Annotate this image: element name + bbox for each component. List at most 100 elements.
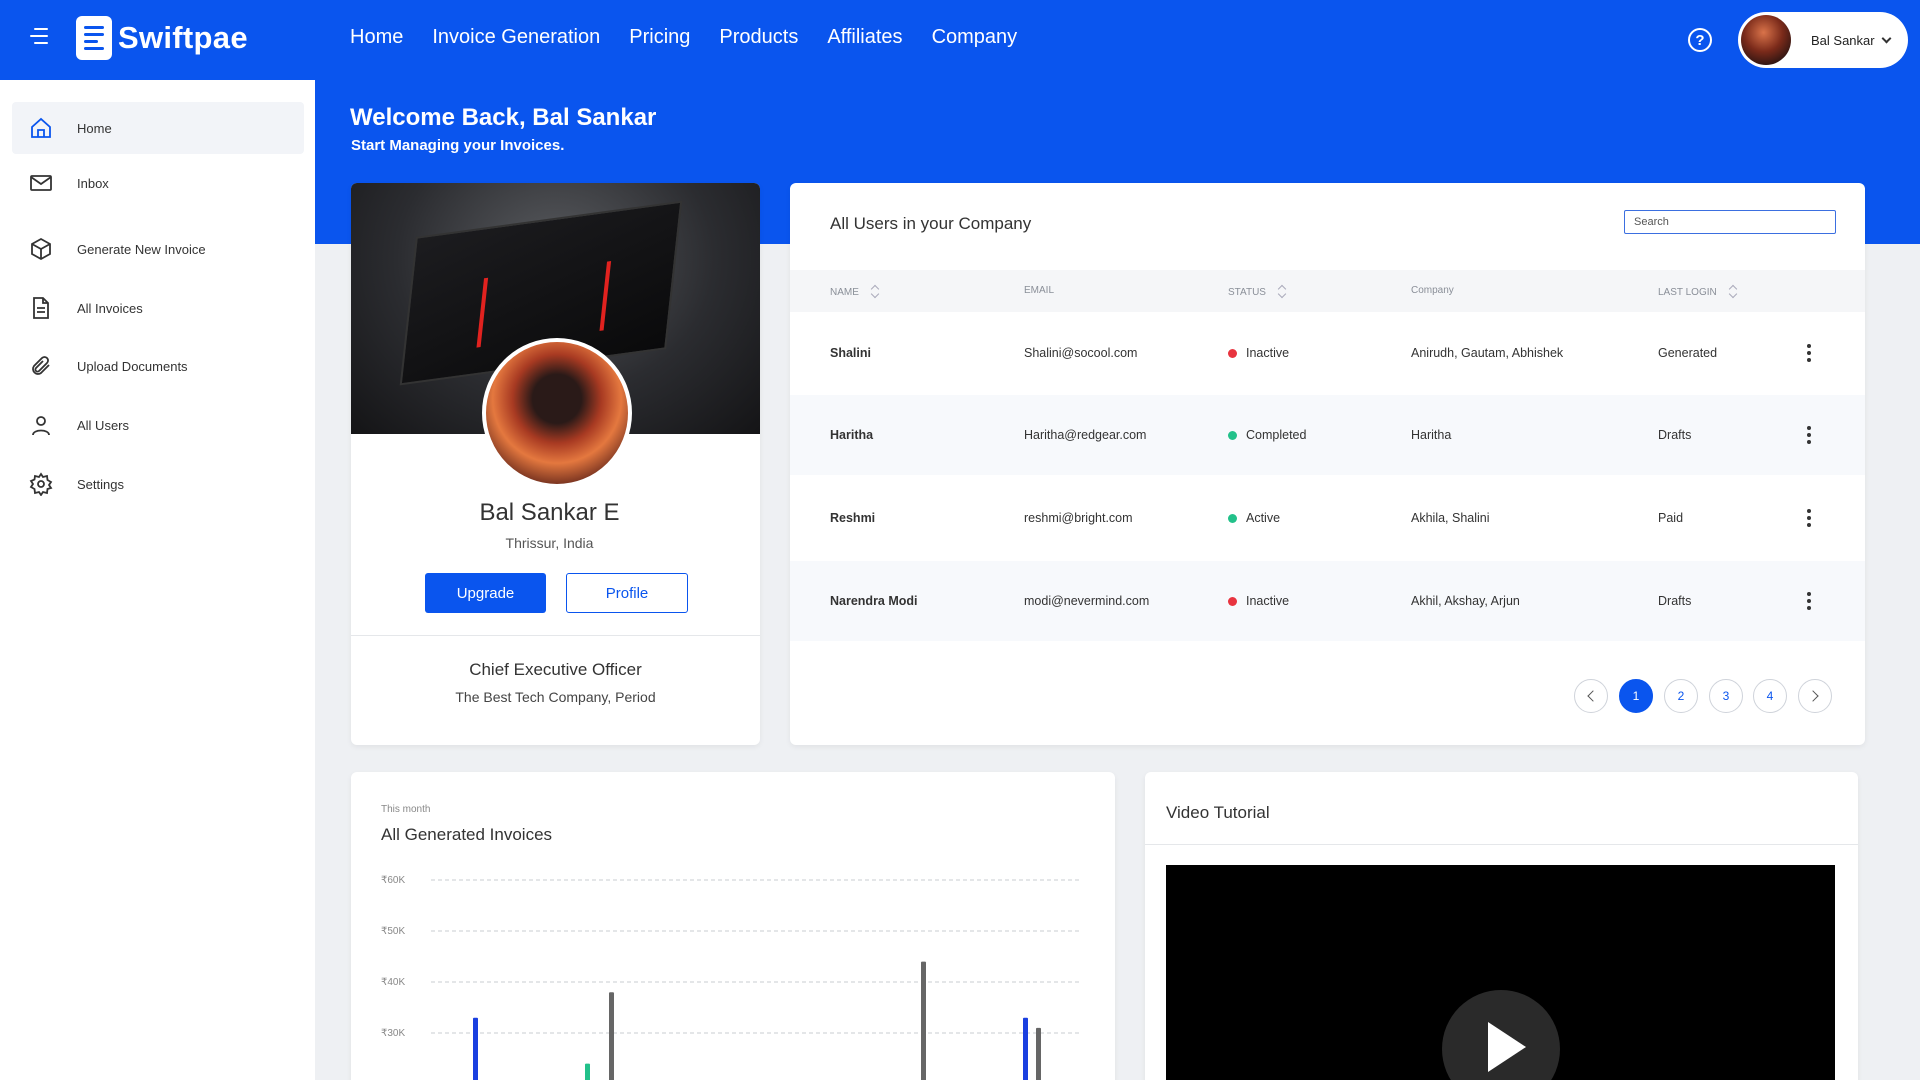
sidebar-item-settings[interactable]: Settings bbox=[12, 458, 304, 510]
y-tick-label: ₹50K bbox=[381, 926, 405, 937]
top-navbar: Swiftpae Home Invoice Generation Pricing… bbox=[0, 0, 1920, 80]
sidebar-item-all-users[interactable]: All Users bbox=[12, 399, 304, 451]
user-icon bbox=[28, 412, 54, 438]
brand-name: Swiftpae bbox=[118, 20, 248, 55]
page-title: Welcome Back, Bal Sankar bbox=[350, 104, 657, 131]
users-table-card: All Users in your Company NAME EMAIL STA… bbox=[790, 183, 1865, 745]
more-options-icon[interactable] bbox=[1807, 592, 1811, 610]
pagination-next-button[interactable] bbox=[1798, 679, 1832, 713]
sidebar-item-label: All Users bbox=[77, 417, 130, 433]
paperclip-icon bbox=[28, 353, 54, 379]
y-tick-label: ₹40K bbox=[381, 977, 405, 988]
package-icon bbox=[28, 236, 54, 262]
user-email-cell: modi@nevermind.com bbox=[1024, 594, 1150, 608]
user-name-cell: Reshmi bbox=[830, 511, 876, 525]
column-header-status[interactable]: STATUS bbox=[1228, 285, 1286, 299]
video-player[interactable] bbox=[1166, 865, 1835, 1080]
nav-pricing[interactable]: Pricing bbox=[629, 26, 690, 49]
profile-location: Thrissur, India bbox=[505, 535, 594, 551]
status-badge: Inactive bbox=[1228, 561, 1289, 641]
user-company-cell: Haritha bbox=[1411, 428, 1452, 442]
document-icon bbox=[28, 295, 54, 321]
profile-button[interactable]: Profile bbox=[566, 573, 688, 613]
nav-affiliates[interactable]: Affiliates bbox=[827, 26, 902, 49]
more-options-icon[interactable] bbox=[1807, 426, 1811, 444]
table-row[interactable]: Haritha Haritha@redgear.com Completed Ha… bbox=[790, 395, 1865, 475]
pagination-page-1[interactable]: 1 bbox=[1619, 679, 1653, 713]
sort-icon bbox=[1278, 285, 1286, 299]
sidebar-item-label: All Invoices bbox=[77, 300, 143, 316]
sidebar-item-all-invoices[interactable]: All Invoices bbox=[12, 282, 304, 334]
user-last-login-cell: Drafts bbox=[1658, 428, 1692, 442]
user-email-cell: Shalini@socool.com bbox=[1024, 346, 1138, 360]
user-menu[interactable]: Bal Sankar bbox=[1738, 12, 1908, 68]
nav-invoice-generation[interactable]: Invoice Generation bbox=[432, 26, 600, 49]
sidebar-item-inbox[interactable]: Inbox bbox=[12, 157, 304, 209]
menu-icon[interactable] bbox=[26, 28, 48, 48]
nav-products[interactable]: Products bbox=[719, 26, 798, 49]
help-icon[interactable]: ? bbox=[1688, 28, 1712, 52]
table-header: NAME EMAIL STATUS Company LAST LOGIN bbox=[790, 270, 1865, 312]
table-row[interactable]: Narendra Modi modi@nevermind.com Inactiv… bbox=[790, 561, 1865, 641]
user-name-cell: Haritha bbox=[830, 428, 874, 442]
profile-name: Bal Sankar E bbox=[479, 499, 620, 526]
pagination-prev-button[interactable] bbox=[1574, 679, 1608, 713]
search-input[interactable] bbox=[1624, 210, 1836, 234]
user-last-login-cell: Drafts bbox=[1658, 594, 1692, 608]
sort-icon bbox=[871, 285, 879, 299]
video-tutorial-card: Video Tutorial bbox=[1145, 772, 1858, 1080]
status-dot bbox=[1228, 596, 1237, 606]
pagination-page-2[interactable]: 2 bbox=[1664, 679, 1698, 713]
sidebar-item-generate-invoice[interactable]: Generate New Invoice bbox=[12, 223, 304, 275]
upgrade-button[interactable]: Upgrade bbox=[425, 573, 546, 613]
user-company-cell: Akhil, Akshay, Arjun bbox=[1411, 594, 1520, 608]
more-options-icon[interactable] bbox=[1807, 509, 1811, 527]
pagination-page-3[interactable]: 3 bbox=[1709, 679, 1743, 713]
user-last-login-cell: Generated bbox=[1658, 346, 1718, 360]
mail-icon bbox=[28, 170, 54, 196]
sidebar-item-label: Home bbox=[77, 120, 112, 136]
status-badge: Inactive bbox=[1228, 313, 1289, 393]
user-email-cell: reshmi@bright.com bbox=[1024, 511, 1133, 525]
brand-logo[interactable]: Swiftpae bbox=[76, 16, 248, 60]
user-name: Bal Sankar bbox=[1811, 32, 1875, 48]
y-tick-label: ₹60K bbox=[381, 875, 405, 886]
page-subtitle: Start Managing your Invoices. bbox=[351, 137, 565, 154]
column-header-name[interactable]: NAME bbox=[830, 285, 879, 299]
divider bbox=[351, 635, 760, 636]
status-dot bbox=[1228, 348, 1237, 358]
user-email-cell: Haritha@redgear.com bbox=[1024, 428, 1147, 442]
table-row[interactable]: Reshmi reshmi@bright.com Active Akhila, … bbox=[790, 478, 1865, 558]
chart-bar bbox=[1023, 1017, 1028, 1080]
status-badge: Completed bbox=[1228, 395, 1306, 475]
sidebar-item-home[interactable]: Home bbox=[12, 102, 304, 154]
invoices-bar-chart: ₹60K ₹50K ₹40K ₹30K bbox=[381, 875, 1081, 1080]
users-table-title: All Users in your Company bbox=[830, 214, 1032, 233]
chart-bar bbox=[473, 1017, 478, 1080]
chart-bar bbox=[1036, 1027, 1041, 1080]
column-header-email: EMAIL bbox=[1024, 285, 1055, 296]
nav-home[interactable]: Home bbox=[350, 26, 403, 49]
divider bbox=[1145, 844, 1858, 845]
user-name-cell: Narendra Modi bbox=[830, 594, 918, 608]
column-header-company: Company bbox=[1411, 285, 1454, 296]
pagination-page-4[interactable]: 4 bbox=[1753, 679, 1787, 713]
avatar bbox=[1741, 15, 1791, 65]
chevron-left-icon bbox=[1587, 690, 1599, 702]
profile-card: Bal Sankar E Thrissur, India Upgrade Pro… bbox=[351, 183, 760, 745]
play-icon[interactable] bbox=[1442, 990, 1560, 1080]
table-row[interactable]: Shalini Shalini@socool.com Inactive Anir… bbox=[790, 313, 1865, 393]
nav-company[interactable]: Company bbox=[932, 26, 1018, 49]
sidebar-item-label: Inbox bbox=[77, 175, 109, 191]
user-company-cell: Anirudh, Gautam, Abhishek bbox=[1411, 346, 1564, 360]
sidebar-item-upload-documents[interactable]: Upload Documents bbox=[12, 340, 304, 392]
chart-bar bbox=[585, 1063, 590, 1080]
profile-role: Chief Executive Officer bbox=[469, 660, 642, 679]
more-options-icon[interactable] bbox=[1807, 344, 1811, 362]
status-dot bbox=[1228, 430, 1237, 440]
chevron-right-icon bbox=[1807, 690, 1819, 702]
profile-avatar bbox=[482, 338, 632, 488]
column-header-last-login[interactable]: LAST LOGIN bbox=[1658, 285, 1737, 299]
video-title: Video Tutorial bbox=[1166, 803, 1270, 822]
home-icon bbox=[28, 115, 54, 141]
